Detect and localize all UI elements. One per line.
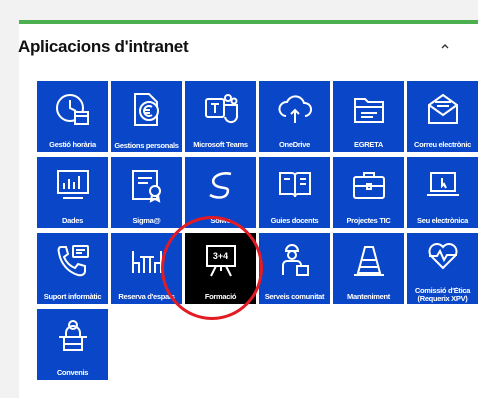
tile-manteniment[interactable]: Manteniment — [333, 233, 404, 304]
tile-projectes-tic[interactable]: Projectes TIC — [333, 157, 404, 228]
blackboard-text: 3+4 — [212, 251, 229, 261]
tile-formacio[interactable]: 3+4 Formació — [185, 233, 256, 304]
swirl-logo-icon — [208, 172, 231, 199]
chevron-up-icon[interactable] — [440, 42, 450, 52]
phone-chat-icon — [57, 245, 89, 277]
tile-sigma[interactable]: Sigma@ — [111, 157, 182, 228]
envelope-icon — [427, 93, 458, 124]
folder-document-icon — [353, 98, 384, 123]
clock-calendar-icon — [55, 94, 89, 125]
euro-document-icon — [133, 93, 159, 126]
worker-box-icon — [281, 244, 309, 276]
tile-guies-docents[interactable]: Guies docents — [259, 157, 330, 228]
accent-bar — [19, 20, 478, 24]
tile-egreta[interactable]: EGRETA — [333, 81, 404, 152]
tile-serveis-comunitat[interactable]: Serveis comunitat — [259, 233, 330, 304]
section-title: Aplicacions d'intranet — [18, 37, 189, 56]
cloud-sync-icon — [278, 95, 312, 123]
tile-solwe[interactable]: Solwe — [185, 157, 256, 228]
briefcase-icon — [352, 172, 385, 199]
teams-icon — [204, 94, 238, 124]
tile-gestio-horaria[interactable]: Gestió horària — [37, 81, 108, 152]
podium-person-icon — [58, 320, 87, 351]
tile-microsoft-teams[interactable]: Microsoft Teams — [185, 81, 256, 152]
table-chairs-icon — [131, 251, 162, 273]
tile-correu-electronic[interactable]: Correu electrònic — [407, 81, 478, 152]
tile-onedrive[interactable]: OneDrive — [259, 81, 330, 152]
heart-pulse-icon — [428, 243, 457, 270]
tile-seu-electronica[interactable]: Seu electrònica — [407, 157, 478, 228]
tile-comissio-etica[interactable]: Comissió d'Ètica (Requerix XPV) — [407, 233, 478, 304]
blackboard-icon — [205, 245, 236, 277]
tile-suport-informatic[interactable]: Suport informàtic — [37, 233, 108, 304]
tile-dades[interactable]: Dades — [37, 157, 108, 228]
certificate-icon — [131, 170, 161, 203]
tile-gestions-personals[interactable]: Gestions personals — [111, 81, 182, 152]
traffic-cone-icon — [353, 246, 384, 276]
tile-convenis[interactable]: Convenis — [37, 309, 108, 380]
tile-reserva-espais[interactable]: Reserva d'espais — [111, 233, 182, 304]
laptop-cursor-icon — [426, 172, 459, 196]
bar-chart-icon — [56, 170, 89, 199]
open-book-icon — [278, 172, 311, 198]
